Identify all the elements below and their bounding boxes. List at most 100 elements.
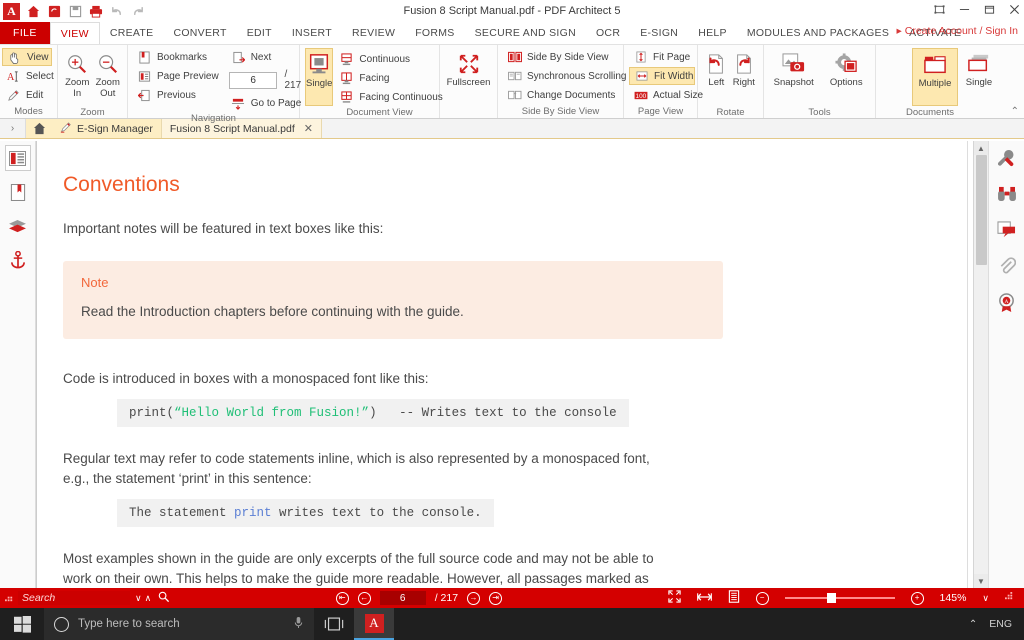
zoom-slider-thumb[interactable] <box>826 593 836 603</box>
rotate-right-button[interactable]: Right <box>730 48 758 106</box>
search-prev-icon[interactable]: ∧ <box>145 593 152 604</box>
paragraph-4-line2: work on their own. This helps to make th… <box>63 571 649 586</box>
tab-esign[interactable]: E-SIGN <box>630 22 688 44</box>
continuous-view-button[interactable]: Continuous <box>335 50 446 68</box>
fit-width-button[interactable]: Fit Width <box>629 67 695 85</box>
page-number-input[interactable]: 6 <box>228 71 278 89</box>
change-documents-button[interactable]: Change Documents <box>503 86 631 104</box>
status-search-icon[interactable] <box>156 591 170 606</box>
zoom-level-label[interactable]: 145% <box>940 592 967 604</box>
first-page-button[interactable]: ⇤ <box>335 591 349 605</box>
zoom-slider[interactable] <box>784 593 895 603</box>
single-view-button[interactable]: Single <box>305 48 334 106</box>
zoom-in-button[interactable]: + <box>910 591 924 605</box>
tab-convert[interactable]: CONVERT <box>163 22 236 44</box>
language-indicator[interactable]: ENG <box>989 618 1012 630</box>
fit-page-button[interactable]: Fit Page <box>629 48 695 66</box>
tab-modules-and-packages[interactable]: MODULES AND PACKAGES <box>737 22 899 44</box>
facing-continuous-view-button[interactable]: Facing Continuous <box>335 88 446 106</box>
zoom-dropdown-icon[interactable]: ∨ <box>982 593 989 604</box>
multiple-documents-button[interactable]: Multiple <box>912 48 958 106</box>
previous-page-button[interactable]: Previous <box>133 86 223 104</box>
rotate-left-button[interactable]: Left <box>703 48 730 106</box>
actual-size-button[interactable]: 100 Actual Size <box>629 86 703 104</box>
status-page-input[interactable]: 6 <box>379 591 426 605</box>
close-tab-icon[interactable]: ✕ <box>304 122 313 135</box>
previous-page-button[interactable]: ← <box>357 591 371 605</box>
tray-expand-icon[interactable]: ⌃ <box>969 619 977 630</box>
tab-insert[interactable]: INSERT <box>282 22 342 44</box>
start-button[interactable] <box>0 615 44 633</box>
tab-create[interactable]: CREATE <box>100 22 164 44</box>
tab-help[interactable]: HELP <box>688 22 737 44</box>
tab-forms[interactable]: FORMS <box>405 22 464 44</box>
bookmarks-button[interactable]: Bookmarks <box>133 48 223 66</box>
microphone-icon[interactable] <box>293 616 304 632</box>
task-view-button[interactable] <box>314 608 354 640</box>
snapshot-button[interactable]: Snapshot <box>769 48 818 106</box>
mode-view-button[interactable]: View <box>2 48 52 66</box>
tab-edit[interactable]: EDIT <box>237 22 282 44</box>
bookmarks-panel-icon[interactable] <box>5 179 31 205</box>
scroll-down-arrow[interactable]: ▼ <box>974 574 988 588</box>
facing-continuous-view-label: Facing Continuous <box>359 91 443 103</box>
comments-icon[interactable] <box>994 217 1020 243</box>
facing-view-button[interactable]: Facing <box>335 69 446 87</box>
side-by-side-view-button[interactable]: Side By Side View <box>503 48 631 66</box>
tab-file[interactable]: FILE <box>0 22 50 44</box>
ribbon-group-document-view: Single Continuous Facing Facing Continuo… <box>300 45 443 118</box>
maximize-button[interactable] <box>984 4 995 18</box>
restore-down-icon[interactable] <box>934 4 945 18</box>
fit-width-icon[interactable] <box>696 591 712 606</box>
vertical-scrollbar[interactable]: ▲ ▼ <box>973 141 988 588</box>
page-thumbnails-icon[interactable] <box>4 145 31 171</box>
save-icon[interactable] <box>67 3 83 19</box>
page-preview-button[interactable]: Page Preview <box>133 67 223 85</box>
collapse-ribbon-button[interactable]: ⌃ <box>1011 106 1019 117</box>
zoom-out-button[interactable]: Zoom Out <box>94 48 123 106</box>
zoom-in-button[interactable]: Zoom In <box>63 48 92 106</box>
next-page-button[interactable]: Next <box>227 48 306 66</box>
document-viewport[interactable]: Conventions Important notes will be feat… <box>36 141 988 588</box>
tools-wrench-icon[interactable] <box>994 145 1020 171</box>
search-next-icon[interactable]: ∨ <box>135 593 142 604</box>
convert-icon[interactable] <box>46 3 62 19</box>
single-document-button[interactable]: Single <box>958 48 1000 106</box>
signature-seal-icon[interactable]: A <box>994 289 1020 315</box>
status-search-input[interactable]: Search <box>18 591 130 605</box>
resize-grip-icon[interactable] <box>1005 592 1014 604</box>
go-to-page-button[interactable]: Go to Page <box>227 94 306 112</box>
sidebar-toggle-button[interactable]: › <box>0 119 26 138</box>
home-icon[interactable] <box>25 3 41 19</box>
undo-icon[interactable] <box>109 3 125 19</box>
attachment-paperclip-icon[interactable] <box>994 253 1020 279</box>
taskbar-pdf-architect-app[interactable]: A <box>354 608 394 640</box>
create-account-sign-in-link[interactable]: ▸ Create Account / Sign In <box>896 25 1018 37</box>
synchronous-scrolling-button[interactable]: Synchronous Scrolling <box>503 67 631 85</box>
fullscreen-button[interactable]: Fullscreen <box>445 48 492 106</box>
taskbar-search-box[interactable]: Type here to search <box>44 608 314 640</box>
fit-page-icon[interactable] <box>667 590 681 606</box>
mode-edit-button[interactable]: Edit <box>2 86 52 104</box>
mode-select-button[interactable]: A Select <box>2 67 54 85</box>
snapshot-camera-icon <box>782 51 806 77</box>
close-button[interactable] <box>1009 4 1020 18</box>
search-binoculars-icon[interactable] <box>994 181 1020 207</box>
home-tab-button[interactable] <box>26 119 52 138</box>
zoom-out-button[interactable]: − <box>755 591 769 605</box>
next-page-button[interactable]: → <box>467 591 481 605</box>
layers-panel-icon[interactable] <box>5 213 31 239</box>
print-icon[interactable] <box>88 3 104 19</box>
minimize-button[interactable] <box>959 4 970 18</box>
scrollbar-thumb[interactable] <box>976 155 987 265</box>
tab-view[interactable]: VIEW <box>49 22 100 44</box>
last-page-button[interactable]: ⇥ <box>489 591 503 605</box>
redo-icon[interactable] <box>130 3 146 19</box>
tab-ocr[interactable]: OCR <box>586 22 630 44</box>
single-page-icon[interactable] <box>728 590 740 606</box>
tab-secure-and-sign[interactable]: SECURE AND SIGN <box>465 22 586 44</box>
attachments-anchor-icon[interactable] <box>5 247 31 273</box>
options-button[interactable]: Options <box>822 48 870 106</box>
scroll-up-arrow[interactable]: ▲ <box>974 141 988 155</box>
tab-review[interactable]: REVIEW <box>342 22 405 44</box>
